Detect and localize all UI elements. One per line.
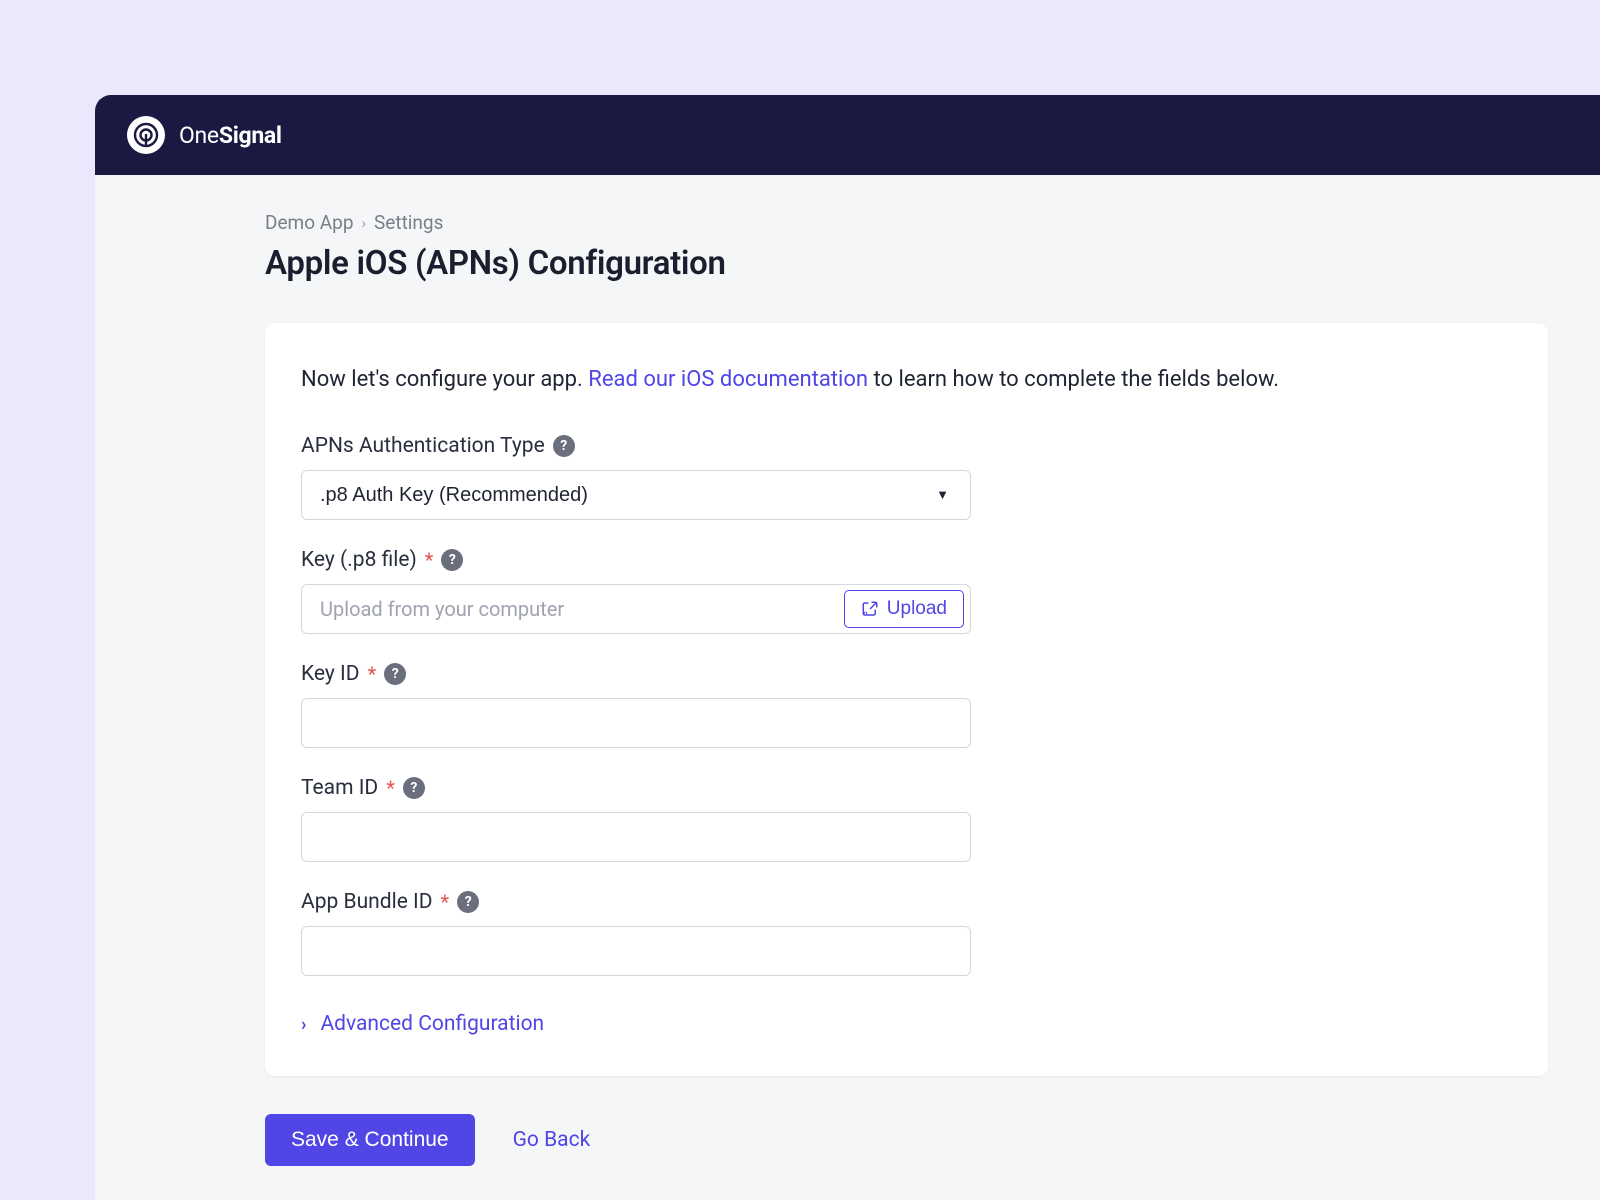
chevron-right-icon: › [301, 1014, 306, 1035]
bundle-id-label-row: App Bundle ID * ? [301, 890, 1512, 914]
help-icon[interactable]: ? [403, 777, 425, 799]
help-icon[interactable]: ? [553, 435, 575, 457]
upload-icon [861, 600, 879, 618]
auth-type-label-row: APNs Authentication Type ? [301, 434, 1512, 458]
advanced-configuration-toggle[interactable]: › Advanced Configuration [301, 1012, 1512, 1036]
upload-button-label: Upload [887, 598, 947, 620]
required-marker: * [425, 548, 434, 572]
field-key-id: Key ID * ? [301, 662, 1512, 748]
breadcrumb-app[interactable]: Demo App [265, 211, 354, 234]
upload-button[interactable]: Upload [844, 590, 964, 628]
breadcrumb: Demo App › Settings [265, 211, 1600, 234]
key-file-label: Key (.p8 file) [301, 548, 417, 572]
help-icon[interactable]: ? [441, 549, 463, 571]
required-marker: * [386, 776, 395, 800]
intro-text: Now let's configure your app. Read our i… [301, 363, 1512, 396]
save-continue-button[interactable]: Save & Continue [265, 1114, 475, 1166]
key-file-placeholder: Upload from your computer [320, 597, 844, 621]
docs-link[interactable]: Read our iOS documentation [588, 367, 868, 392]
brand-name-bold: Signal [219, 122, 282, 149]
auth-type-select-wrap: ▼ [301, 470, 971, 520]
page-title: Apple iOS (APNs) Configuration [265, 244, 1600, 283]
intro-before: Now let's configure your app. [301, 367, 588, 392]
bundle-id-label: App Bundle ID [301, 890, 433, 914]
help-icon[interactable]: ? [457, 891, 479, 913]
go-back-link[interactable]: Go Back [513, 1128, 591, 1152]
breadcrumb-section[interactable]: Settings [374, 211, 443, 234]
key-file-input[interactable]: Upload from your computer Upload [301, 584, 971, 634]
field-bundle-id: App Bundle ID * ? [301, 890, 1512, 976]
bundle-id-input[interactable] [301, 926, 971, 976]
app-window: OneSignal Demo App › Settings Apple iOS … [95, 95, 1600, 1200]
advanced-label: Advanced Configuration [320, 1012, 544, 1036]
required-marker: * [441, 890, 450, 914]
brand-logo[interactable]: OneSignal [127, 116, 282, 154]
key-file-label-row: Key (.p8 file) * ? [301, 548, 1512, 572]
onesignal-logo-icon [127, 116, 165, 154]
required-marker: * [368, 662, 377, 686]
key-id-input[interactable] [301, 698, 971, 748]
config-card: Now let's configure your app. Read our i… [265, 323, 1548, 1076]
auth-type-select[interactable] [301, 470, 971, 520]
field-auth-type: APNs Authentication Type ? ▼ [301, 434, 1512, 520]
intro-after: to learn how to complete the fields belo… [868, 367, 1279, 392]
team-id-label-row: Team ID * ? [301, 776, 1512, 800]
key-id-label: Key ID [301, 662, 360, 686]
action-buttons: Save & Continue Go Back [265, 1114, 1600, 1166]
field-team-id: Team ID * ? [301, 776, 1512, 862]
auth-type-label: APNs Authentication Type [301, 434, 545, 458]
page-content: Demo App › Settings Apple iOS (APNs) Con… [95, 175, 1600, 1166]
brand-name-prefix: One [179, 122, 219, 149]
field-key-file: Key (.p8 file) * ? Upload from your comp… [301, 548, 1512, 634]
brand-name: OneSignal [179, 122, 282, 149]
team-id-label: Team ID [301, 776, 378, 800]
key-id-label-row: Key ID * ? [301, 662, 1512, 686]
team-id-input[interactable] [301, 812, 971, 862]
help-icon[interactable]: ? [384, 663, 406, 685]
top-bar: OneSignal [95, 95, 1600, 175]
chevron-right-icon: › [362, 214, 367, 232]
